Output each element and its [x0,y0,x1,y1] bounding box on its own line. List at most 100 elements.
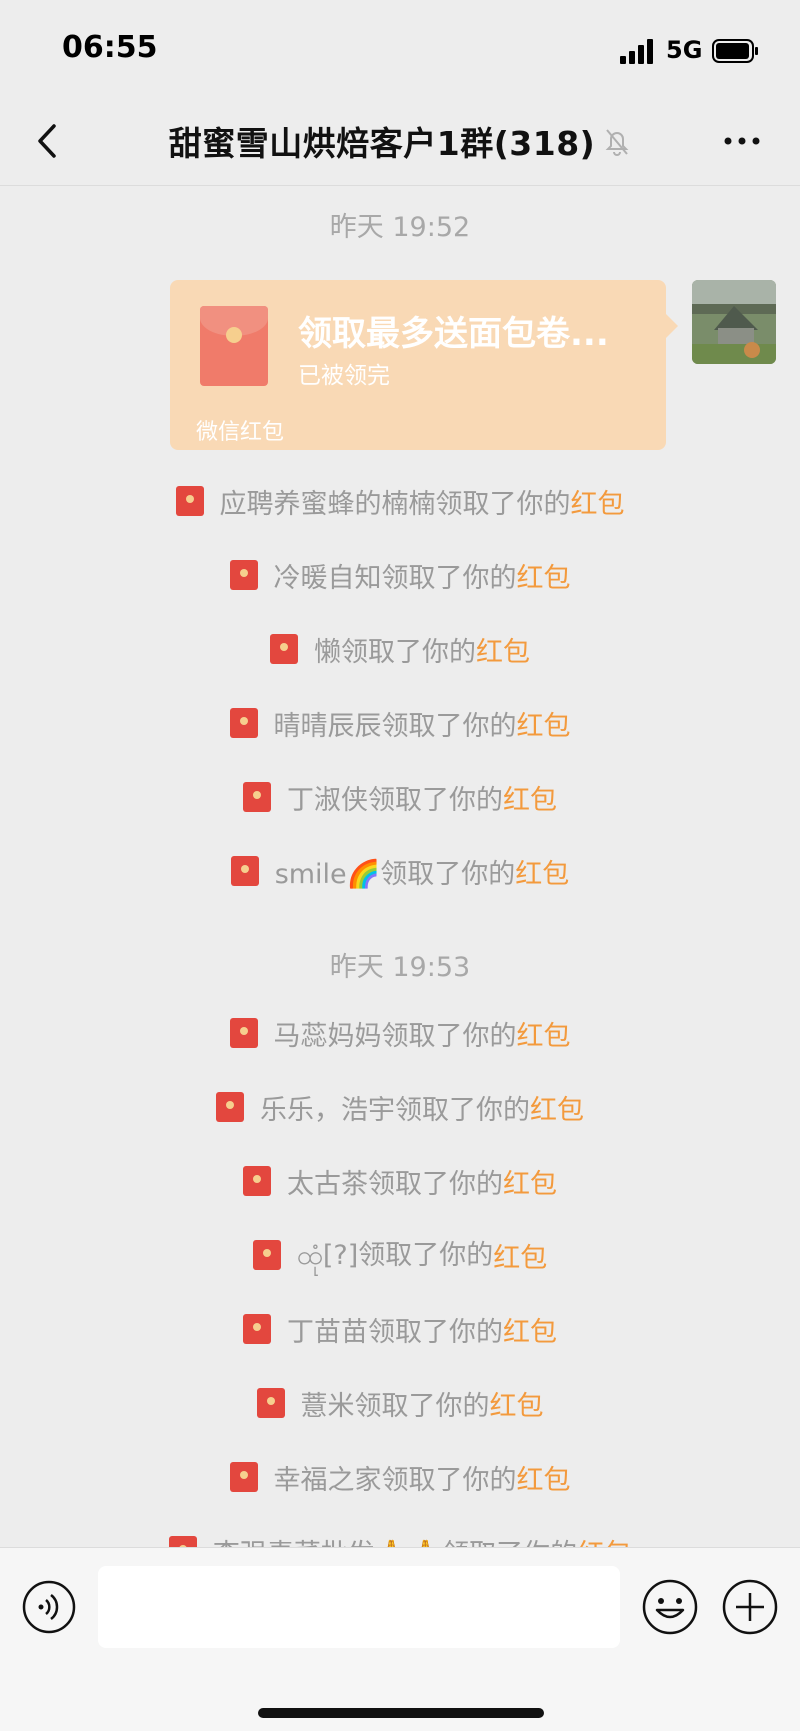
claim-text: 太古茶领取了你的 [287,1162,503,1201]
claim-text: 马蕊妈妈领取了你的 [274,1014,517,1053]
system-message: 冷暖自知领取了你的 红包 [0,555,800,595]
claim-suffix: 领取了你的 [381,1020,517,1052]
home-indicator [258,1708,544,1718]
emoji-icon[interactable] [641,1578,699,1636]
claim-text: ထုံ[?]领取了你的 [297,1233,494,1278]
claim-text: 丁苗苗领取了你的 [287,1310,503,1349]
red-packet-link[interactable]: 红包 [515,852,569,891]
red-packet-link[interactable]: 红包 [577,1532,631,1548]
red-packet-label: 微信红包 [196,420,285,445]
status-time: 06:55 [62,30,158,65]
timestamp: 昨天 19:53 [329,952,471,983]
claimer-name: 冷暖自知 [273,562,382,594]
claimer-name: 应聘养蜜蜂的楠楠 [219,488,436,520]
claim-suffix: 领取了你的 [442,1539,577,1548]
status-bar: 06:55 5G [0,0,800,96]
system-message: 幸福之家领取了你的 红包 [0,1457,800,1497]
red-envelope-icon [229,1462,258,1492]
claim-suffix: 领取了你的 [381,562,517,594]
claim-suffix: 领取了你的 [368,784,503,816]
system-message: 李强毒菜批发🙏🙏领取了你的红包 [0,1531,800,1547]
red-packet-link[interactable]: 红包 [476,630,530,669]
claimer-name: ထုံ[?] [296,1239,359,1271]
plus-icon[interactable] [721,1578,779,1636]
claimer-name: 丁淑侠 [287,784,368,816]
red-envelope-icon [243,1166,271,1196]
claim-suffix: 领取了你的 [354,1390,490,1422]
red-envelope-icon [229,708,258,738]
claim-suffix: 领取了你的 [381,710,517,742]
red-packet-message[interactable]: 领取最多送面包卷... 已被领完 微信红包 [170,280,678,450]
system-message: 应聘养蜜蜂的楠楠领取了你的 红包 [0,481,800,521]
red-envelope-icon [229,560,258,590]
claim-suffix: 领取了你的 [368,1316,503,1348]
system-message: 薏米领取了你的 红包 [0,1383,800,1423]
avatar[interactable] [692,280,776,364]
claim-text: smile🌈领取了你的 [275,852,516,891]
claimer-name: 幸福之家 [273,1464,382,1496]
system-message: 马蕊妈妈领取了你的 红包 [0,1013,800,1053]
red-packet-link[interactable]: 红包 [503,1162,557,1201]
red-packet-link[interactable]: 红包 [503,778,557,817]
claim-text: 丁淑侠领取了你的 [287,778,503,817]
more-dots-icon[interactable] [720,124,764,158]
system-message: 丁淑侠领取了你的 红包 [0,777,800,817]
chat-header: 甜蜜雪山烘焙客户1群(318) [0,96,800,186]
claim-suffix: 领取了你的 [368,1168,503,1200]
red-envelope-icon [168,1536,197,1547]
claimer-name: 马蕊妈妈 [273,1020,382,1052]
system-message: smile🌈领取了你的 红包 [0,851,800,891]
red-envelope-icon [200,306,268,386]
claim-suffix: 领取了你的 [435,488,571,520]
network-type: 5G [666,36,703,64]
claim-suffix: 领取了你的 [341,636,476,668]
message-list[interactable]: 昨天 19:52 领取最多送面包卷... 已被领完 微信红包 应聘养蜜蜂的楠楠领… [0,187,800,1547]
claimer-name: 薏米 [300,1390,355,1422]
voice-icon[interactable] [22,1580,76,1634]
red-envelope-icon [216,1092,244,1122]
red-packet-link[interactable]: 红包 [517,556,571,595]
red-envelope-icon [252,1240,281,1270]
red-packet-link[interactable]: 红包 [493,1236,547,1275]
input-bar [0,1547,800,1731]
chat-title: 甜蜜雪山烘焙客户1群(318) [168,124,596,163]
claim-text: 晴晴辰辰领取了你的 [274,704,517,743]
claim-text: 幸福之家领取了你的 [274,1458,517,1497]
red-packet-link[interactable]: 红包 [490,1384,544,1423]
claim-text: 应聘养蜜蜂的楠楠领取了你的 [220,482,571,521]
red-envelope-icon [270,634,298,664]
claim-suffix: 领取了你的 [381,1464,517,1496]
red-packet-link[interactable]: 红包 [503,1310,557,1349]
claim-suffix: 领取了你的 [395,1094,530,1126]
red-envelope-icon [256,1388,285,1418]
claim-text: 冷暖自知领取了你的 [274,556,517,595]
claim-text: 薏米领取了你的 [301,1384,490,1423]
red-packet-link[interactable]: 红包 [517,1014,571,1053]
system-message: ထုံ[?]领取了你的 红包 [0,1235,800,1275]
claimer-name: 晴晴辰辰 [273,710,382,742]
red-packet-link[interactable]: 红包 [571,482,625,521]
system-message: 乐乐，浩宇领取了你的 红包 [0,1087,800,1127]
red-envelope-icon [243,1314,271,1344]
system-message: 懒领取了你的 红包 [0,629,800,669]
red-packet-status: 已被领完 [298,363,390,389]
message-input[interactable] [98,1566,620,1648]
signal-icon [620,39,653,64]
claim-suffix: 领取了你的 [358,1239,494,1271]
claimer-name: 丁苗苗 [287,1316,368,1348]
claimer-name: 太古茶 [287,1168,368,1200]
red-packet-link[interactable]: 红包 [530,1088,584,1127]
system-message: 丁苗苗领取了你的 红包 [0,1309,800,1349]
timestamp: 昨天 19:52 [329,212,471,243]
claim-suffix: 领取了你的 [380,858,516,890]
red-envelope-icon [230,856,259,886]
red-envelope-icon [229,1018,258,1048]
claimer-name: 乐乐，浩宇 [260,1094,395,1126]
mute-bell-icon [605,129,629,156]
system-message: 晴晴辰辰领取了你的 红包 [0,703,800,743]
red-packet-link[interactable]: 红包 [517,704,571,743]
claimer-name: 懒 [314,636,341,668]
red-envelope-icon [243,782,271,812]
red-packet-link[interactable]: 红包 [517,1458,571,1497]
red-packet-title: 领取最多送面包卷... [298,314,609,354]
